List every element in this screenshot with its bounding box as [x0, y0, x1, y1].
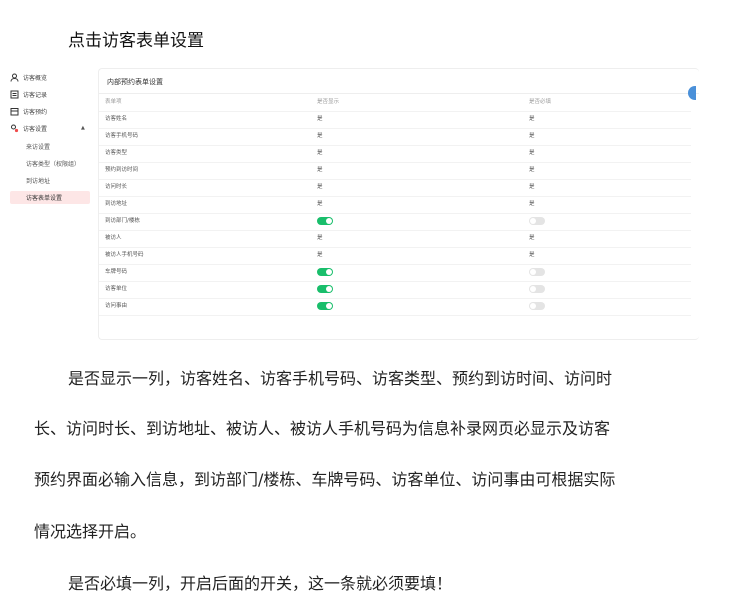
- show-value: 是: [317, 184, 323, 190]
- paragraph-line: 预约界面必输入信息，到访部门/楼栋、车牌号码、访客单位、访问事由可根据实际: [34, 470, 616, 489]
- show-value: 是: [317, 167, 323, 173]
- show-toggle[interactable]: [317, 217, 333, 225]
- form-settings-panel: 内部预约表单设置 表单项 是否显示 是否必填 访客姓名是是访客手机号码是是访客类型是是…: [98, 68, 699, 340]
- field-name: 到访部门/楼栋: [105, 218, 140, 224]
- show-toggle[interactable]: [317, 268, 333, 276]
- paragraph-line: 情况选择开启。: [34, 522, 147, 541]
- panel-title: 内部预约表单设置: [107, 78, 163, 86]
- heading: 点击访客表单设置: [68, 31, 204, 51]
- sidebar-subitem-visitor-types[interactable]: 访客类型（权限组）: [26, 156, 80, 170]
- table-row: 访问时长 是 是: [99, 179, 691, 197]
- field-name: 车牌号码: [105, 269, 128, 275]
- show-value: 是: [317, 150, 323, 156]
- field-name: 访问时长: [105, 184, 128, 190]
- paragraph-line: 是否显示一列，访客姓名、访客手机号码、访客类型、预约到访时间、访问时: [68, 369, 613, 388]
- field-name: 预约到访时间: [105, 167, 139, 173]
- table-row: 访客类型 是 是: [99, 145, 691, 163]
- show-value: 是: [317, 235, 323, 241]
- toggle-knob: [530, 303, 536, 309]
- column-header: 是否显示: [317, 99, 340, 105]
- sidebar-subitem-visit-settings[interactable]: 来访设置: [26, 139, 50, 153]
- field-name: 被访人: [105, 235, 122, 241]
- sidebar: 访客概览 访客记录 访客预约 访客设置 ▲ 来访设置 访客类型（权限组） 到访地…: [6, 68, 90, 340]
- sidebar-item-label: 访客预约: [23, 108, 48, 116]
- paragraph-line: 长、访问时长、到访地址、被访人、被访人手机号码为信息补录网页必显示及访客: [34, 419, 611, 438]
- table-row: 被访人 是 是: [99, 230, 691, 248]
- toggle-knob: [530, 286, 536, 292]
- toggle-knob: [326, 286, 332, 292]
- table-row: 访客手机号码 是 是: [99, 128, 691, 146]
- chevron-up-icon[interactable]: ▲: [81, 125, 85, 131]
- show-value: 是: [317, 252, 323, 258]
- sidebar-item-label: 访客设置: [23, 125, 48, 133]
- table-header: 表单项 是否显示 是否必填: [99, 94, 691, 112]
- show-toggle[interactable]: [317, 285, 333, 293]
- calendar-icon: [10, 107, 19, 116]
- settings-icon: [10, 124, 19, 133]
- field-name: 到访地址: [105, 201, 128, 207]
- table-row: 车牌号码: [99, 264, 691, 282]
- table-row: 访客单位: [99, 281, 691, 299]
- sidebar-item-label: 访客概览: [23, 74, 48, 82]
- toggle-knob: [326, 269, 332, 275]
- table-row: 到访部门/楼栋: [99, 213, 691, 231]
- sidebar-item-appointments[interactable]: 访客预约: [6, 104, 47, 118]
- field-name: 被访人手机号码: [105, 252, 144, 258]
- screenshot-region: 访客概览 访客记录 访客预约 访客设置 ▲ 来访设置 访客类型（权限组） 到访地…: [0, 62, 737, 344]
- sidebar-item-label: 访客记录: [23, 91, 48, 99]
- required-value: 是: [529, 116, 535, 122]
- required-value: 是: [529, 150, 535, 156]
- show-value: 是: [317, 133, 323, 139]
- sidebar-item-overview[interactable]: 访客概览: [6, 70, 47, 84]
- record-icon: [10, 90, 19, 99]
- required-toggle[interactable]: [529, 268, 545, 276]
- edge-button[interactable]: [688, 86, 696, 100]
- required-value: 是: [529, 133, 535, 139]
- required-toggle[interactable]: [529, 302, 545, 310]
- toggle-knob: [530, 269, 536, 275]
- sidebar-item-records[interactable]: 访客记录: [6, 87, 47, 101]
- field-name: 访客类型: [105, 150, 128, 156]
- sidebar-subitem-visit-address[interactable]: 到访地址: [26, 173, 50, 187]
- sidebar-item-settings[interactable]: 访客设置: [6, 121, 47, 135]
- required-value: 是: [529, 235, 535, 241]
- column-header: 表单项: [105, 99, 122, 105]
- toggle-knob: [326, 218, 332, 224]
- show-toggle[interactable]: [317, 302, 333, 310]
- show-value: 是: [317, 116, 323, 122]
- sidebar-subitem-form-settings[interactable]: 访客表单设置: [26, 190, 62, 204]
- table-row: 预约到访时间 是 是: [99, 162, 691, 180]
- table-row: 到访地址 是 是: [99, 196, 691, 214]
- show-value: 是: [317, 201, 323, 207]
- field-name: 访客单位: [105, 286, 128, 292]
- user-icon: [10, 73, 19, 82]
- table-row: 访问事由: [99, 298, 691, 316]
- paragraph-line: 是否必填一列，开启后面的开关，这一条就必须要填！: [68, 574, 453, 593]
- required-value: 是: [529, 184, 535, 190]
- table-row: 被访人手机号码 是 是: [99, 247, 691, 265]
- required-value: 是: [529, 252, 535, 258]
- required-toggle[interactable]: [529, 217, 545, 225]
- required-value: 是: [529, 167, 535, 173]
- field-name: 访问事由: [105, 303, 128, 309]
- required-toggle[interactable]: [529, 285, 545, 293]
- field-name: 访客姓名: [105, 116, 128, 122]
- toggle-knob: [326, 303, 332, 309]
- column-header: 是否必填: [529, 99, 552, 105]
- toggle-knob: [530, 218, 536, 224]
- table-row: 访客姓名 是 是: [99, 111, 691, 129]
- required-value: 是: [529, 201, 535, 207]
- field-name: 访客手机号码: [105, 133, 139, 139]
